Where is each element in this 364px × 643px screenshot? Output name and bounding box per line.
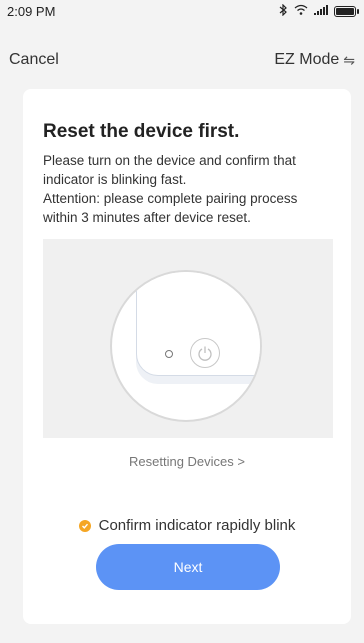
signal-icon: [314, 4, 328, 18]
next-button[interactable]: Next: [96, 544, 280, 590]
device-illustration: [43, 239, 333, 438]
wifi-icon: [294, 4, 308, 18]
status-time: 2:09 PM: [7, 3, 56, 19]
confirm-label: Confirm indicator rapidly blink: [98, 517, 296, 534]
instruction-text: Please turn on the device and confirm th…: [43, 153, 296, 187]
reset-card: Reset the device first. Please turn on t…: [23, 89, 351, 624]
indicator-light-icon: [165, 350, 173, 358]
ez-mode-button[interactable]: EZ Mode ⇋: [274, 51, 355, 69]
page-title: Reset the device first.: [43, 121, 240, 142]
bluetooth-icon: [279, 3, 288, 19]
cancel-button[interactable]: Cancel: [9, 51, 59, 69]
status-icons: [279, 3, 359, 19]
instructions: Please turn on the device and confirm th…: [43, 151, 333, 227]
check-icon: [78, 519, 91, 532]
resetting-devices-link[interactable]: Resetting Devices >: [23, 454, 351, 469]
status-bar: 2:09 PM: [0, 0, 364, 22]
battery-icon: [334, 5, 359, 17]
swap-icon: ⇋: [343, 51, 355, 68]
confirm-checkbox[interactable]: Confirm indicator rapidly blink: [23, 517, 351, 534]
nav-bar: Cancel EZ Mode ⇋: [0, 42, 364, 78]
attention-text: Attention: please complete pairing proce…: [43, 191, 298, 225]
zoom-circle: [110, 270, 262, 422]
power-icon: [190, 338, 220, 368]
ez-mode-label: EZ Mode: [274, 51, 340, 68]
